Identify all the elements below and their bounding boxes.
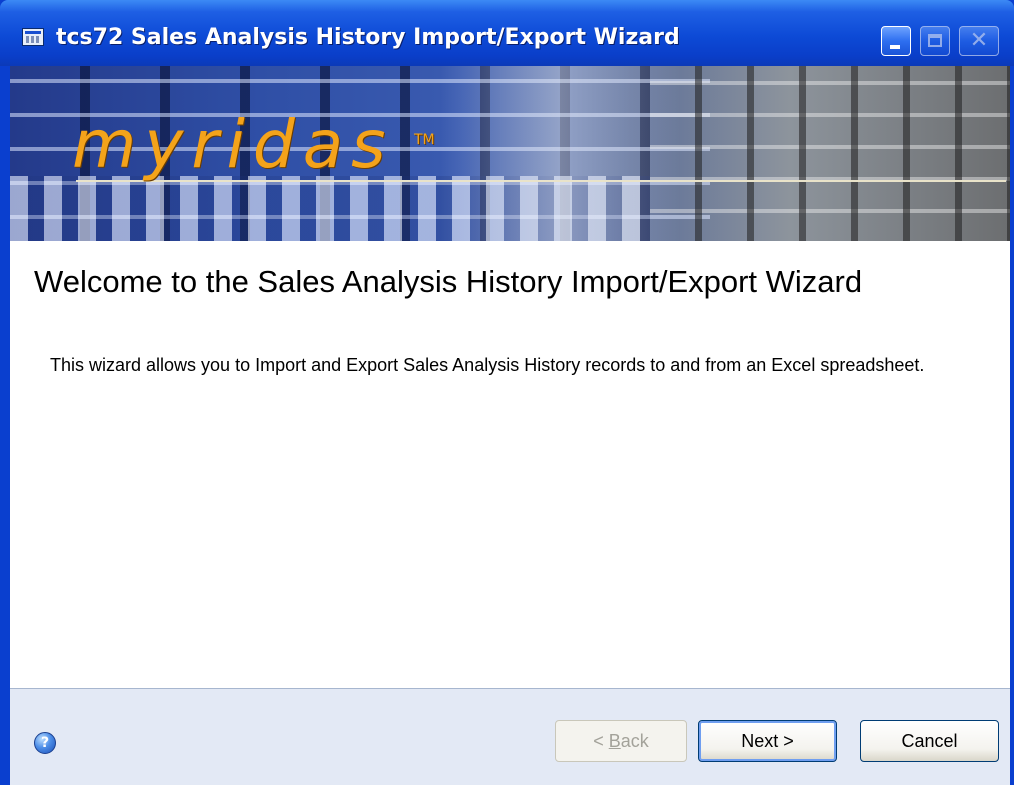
- help-icon[interactable]: ?: [34, 732, 56, 754]
- header-banner: myridas TM: [10, 66, 1010, 241]
- trademark-mark: TM: [414, 132, 435, 148]
- app-window-icon[interactable]: [22, 28, 44, 46]
- title-bar[interactable]: tcs72 Sales Analysis History Import/Expo…: [0, 0, 1014, 66]
- cancel-button[interactable]: Cancel: [860, 720, 999, 762]
- wizard-window: tcs72 Sales Analysis History Import/Expo…: [0, 0, 1014, 785]
- window-title: tcs72 Sales Analysis History Import/Expo…: [56, 25, 680, 50]
- minimize-icon[interactable]: [881, 26, 911, 56]
- myridas-logo: myridas: [72, 106, 394, 183]
- banner-light: [440, 66, 680, 241]
- close-glyph: ✕: [969, 28, 989, 53]
- back-prefix: <: [593, 731, 609, 751]
- warehouse-shelves-right: [650, 66, 1010, 241]
- page-title: Welcome to the Sales Analysis History Im…: [34, 264, 863, 299]
- back-mnemonic: B: [608, 731, 621, 751]
- back-label-rest: ack: [620, 731, 649, 751]
- next-button[interactable]: Next >: [698, 720, 837, 762]
- wizard-body: myridas TM Welcome to the Sales Analysis…: [10, 66, 1010, 785]
- maximize-icon: [920, 26, 950, 56]
- back-button: < Back: [555, 720, 687, 762]
- wizard-footer: ? < Back Next > Cancel: [10, 688, 1010, 785]
- wizard-description: This wizard allows you to Import and Exp…: [50, 355, 925, 375]
- close-icon: ✕: [959, 26, 999, 56]
